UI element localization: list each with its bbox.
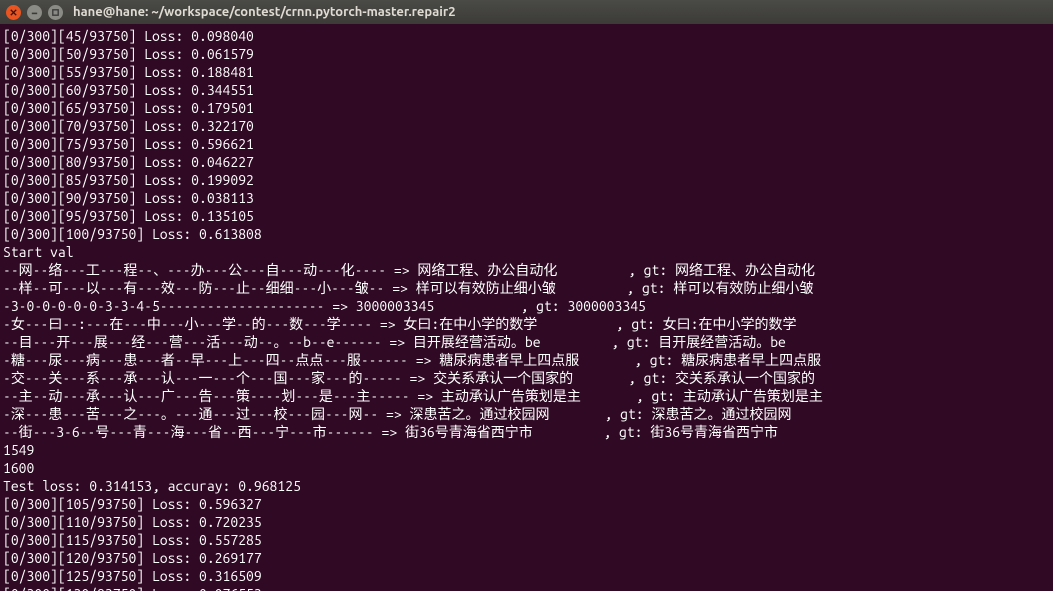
terminal-line: [0/300][105/93750] Loss: 0.596327 <box>3 495 1050 513</box>
window-title: hane@hane: ~/workspace/contest/crnn.pyto… <box>73 5 456 19</box>
terminal-line: [0/300][120/93750] Loss: 0.269177 <box>3 549 1050 567</box>
terminal-line: --主--动---承---认---广---告---策----划---是---主-… <box>3 387 1050 405</box>
terminal-line: Test loss: 0.314153, accuray: 0.968125 <box>3 477 1050 495</box>
terminal-line: [0/300][50/93750] Loss: 0.061579 <box>3 45 1050 63</box>
terminal-output[interactable]: [0/300][45/93750] Loss: 0.098040[0/300][… <box>0 24 1053 591</box>
terminal-line: --网--络---工---程--、---办---公---自---动---化---… <box>3 261 1050 279</box>
title-bar[interactable]: hane@hane: ~/workspace/contest/crnn.pyto… <box>0 0 1053 24</box>
maximize-icon[interactable] <box>48 5 63 20</box>
terminal-line: [0/300][65/93750] Loss: 0.179501 <box>3 99 1050 117</box>
terminal-window: hane@hane: ~/workspace/contest/crnn.pyto… <box>0 0 1053 591</box>
terminal-line: [0/300][125/93750] Loss: 0.316509 <box>3 567 1050 585</box>
terminal-line: [0/300][75/93750] Loss: 0.596621 <box>3 135 1050 153</box>
terminal-line: [0/300][115/93750] Loss: 0.557285 <box>3 531 1050 549</box>
window-controls <box>6 5 63 20</box>
terminal-line: [0/300][90/93750] Loss: 0.038113 <box>3 189 1050 207</box>
terminal-line: -3-0-0-0-0-0-3-3-4-5--------------------… <box>3 297 1050 315</box>
terminal-line: 1549 <box>3 441 1050 459</box>
terminal-line: --街---3-6--号---青---海---省--西---宁---市-----… <box>3 423 1050 441</box>
terminal-line: [0/300][70/93750] Loss: 0.322170 <box>3 117 1050 135</box>
terminal-line: [0/300][80/93750] Loss: 0.046227 <box>3 153 1050 171</box>
terminal-line: -交---关---系---承---认---一---个---国---家---的--… <box>3 369 1050 387</box>
terminal-line: -女---曰--:---在---中---小---学--的---数---学----… <box>3 315 1050 333</box>
minimize-icon[interactable] <box>27 5 42 20</box>
terminal-line: -糖---尿---病---患---者--早---上---四--点点---服---… <box>3 351 1050 369</box>
terminal-line: [0/300][110/93750] Loss: 0.720235 <box>3 513 1050 531</box>
terminal-line: [0/300][55/93750] Loss: 0.188481 <box>3 63 1050 81</box>
terminal-line: -深---患---苦---之---。---通---过---校---园---网--… <box>3 405 1050 423</box>
terminal-line: --样--可---以---有---效---防---止--细细---小---皱--… <box>3 279 1050 297</box>
terminal-line: [0/300][45/93750] Loss: 0.098040 <box>3 27 1050 45</box>
terminal-line: [0/300][100/93750] Loss: 0.613808 <box>3 225 1050 243</box>
terminal-line: --目---开---展---经---营---活---动--。--b--e----… <box>3 333 1050 351</box>
terminal-line: Start val <box>3 243 1050 261</box>
terminal-line: 1600 <box>3 459 1050 477</box>
terminal-line: [0/300][60/93750] Loss: 0.344551 <box>3 81 1050 99</box>
terminal-line: [0/300][95/93750] Loss: 0.135105 <box>3 207 1050 225</box>
terminal-line: [0/300][130/93750] Loss: 0.076553 <box>3 585 1050 591</box>
close-icon[interactable] <box>6 5 21 20</box>
terminal-line: [0/300][85/93750] Loss: 0.199092 <box>3 171 1050 189</box>
